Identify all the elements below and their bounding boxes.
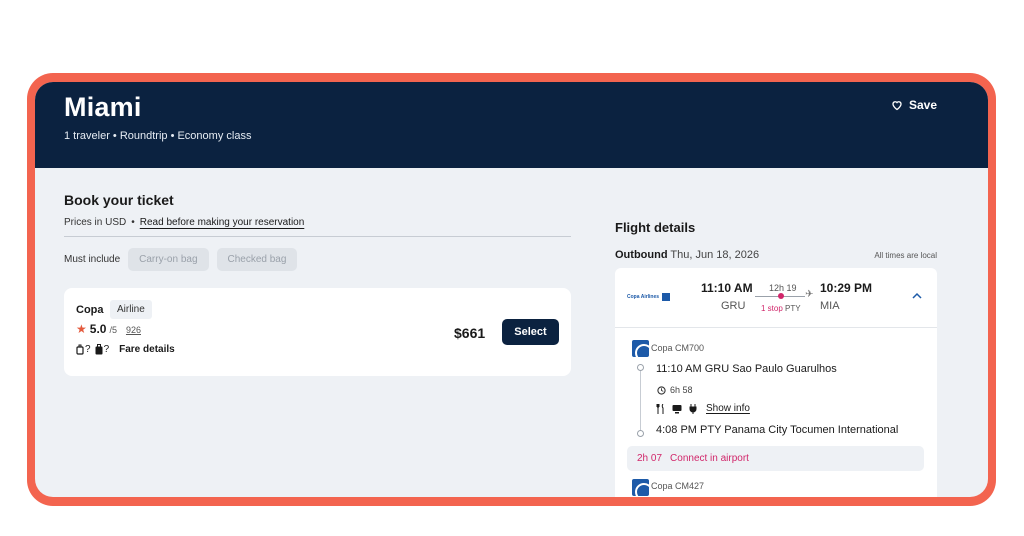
flight-summary[interactable]: Copa Airlines 11:10 AM GRU 12h 19 ✈ 1 st… <box>615 268 937 328</box>
save-button[interactable]: Save <box>891 98 937 112</box>
stop-code: PTY <box>785 304 801 313</box>
connection-banner: 2h 07 Connect in airport <box>627 446 924 471</box>
prices-line: Prices in USD • Read before making your … <box>64 217 571 228</box>
segment1-flight-code: Copa CM700 <box>651 343 705 353</box>
must-include-row: Must include Carry-on bag Checked bag <box>64 248 571 271</box>
stops-info: 1 stop PTY <box>761 304 801 313</box>
outbound-date: Thu, Jun 18, 2026 <box>670 249 760 261</box>
airline-logo-text: Copa Airlines <box>627 294 660 300</box>
checked-question: ? <box>103 344 110 355</box>
carry-on-question: ? <box>85 344 91 355</box>
airline-logo: Copa Airlines <box>627 293 671 301</box>
departure-code: GRU <box>721 300 746 312</box>
save-label: Save <box>908 98 937 112</box>
chevron-up-icon[interactable] <box>911 290 923 302</box>
arrival-time: 10:29 PM <box>820 281 873 295</box>
airline-logo-mark <box>662 293 671 301</box>
result-card[interactable]: Copa Airline ★ 5.0 /5 926 ? ? Fare detai… <box>64 288 571 376</box>
device-frame: Miami 1 traveler • Roundtrip • Economy c… <box>27 73 996 506</box>
total-duration: 12h 19 <box>769 283 797 293</box>
segment1-duration-row: 6h 58 <box>657 385 693 395</box>
fare-row: ? ? Fare details <box>76 344 175 355</box>
carry-on-bag-icon <box>76 344 84 355</box>
select-button[interactable]: Select <box>502 319 559 345</box>
show-info-link[interactable]: Show info <box>706 403 750 414</box>
timeline-dot-end <box>637 430 644 437</box>
stop-dot <box>778 293 784 299</box>
app-screen: Miami 1 traveler • Roundtrip • Economy c… <box>35 82 988 497</box>
amenities-row: Show info <box>656 403 750 414</box>
book-title: Book your ticket <box>64 192 174 208</box>
read-before-link[interactable]: Read before making your reservation <box>140 217 305 228</box>
connection-text: Connect in airport <box>670 453 749 464</box>
checked-bag-info: ? <box>95 344 110 355</box>
heart-icon <box>892 101 902 111</box>
flight-segments: Copa CM700 11:10 AM GRU Sao Paulo Guarul… <box>615 328 937 497</box>
checked-bag-icon <box>95 344 103 355</box>
clock-icon <box>657 385 666 395</box>
trip-summary: 1 traveler • Roundtrip • Economy class <box>64 130 252 142</box>
arrival-code: MIA <box>820 300 840 312</box>
rating-out-of: /5 <box>109 325 117 335</box>
booking-panel: Book your ticket Prices in USD • Read be… <box>64 192 571 376</box>
rating: ★ 5.0 /5 926 <box>76 322 141 336</box>
flight-details-panel: Flight details Outbound Thu, Jun 18, 202… <box>615 220 937 497</box>
meal-icon <box>656 403 664 414</box>
segment1-arrival: 4:08 PM PTY Panama City Tocumen Internat… <box>656 424 899 436</box>
stops-count: 1 stop <box>761 304 783 313</box>
star-icon: ★ <box>76 322 87 336</box>
rating-value: 5.0 <box>89 322 107 336</box>
flight-details-title: Flight details <box>615 220 696 235</box>
carry-on-bag-filter[interactable]: Carry-on bag <box>128 248 209 271</box>
outbound-row: Outbound Thu, Jun 18, 2026 All times are… <box>615 249 937 261</box>
segment2-flight-code: Copa CM427 <box>651 481 705 491</box>
times-local-note: All times are local <box>874 251 937 260</box>
timeline-dot-start <box>637 364 644 371</box>
copa-logo-icon <box>632 340 649 357</box>
entertainment-icon <box>672 404 682 413</box>
bullet-separator: • <box>131 217 135 228</box>
airline-tag: Airline <box>110 300 152 319</box>
fare-details-link[interactable]: Fare details <box>119 344 175 355</box>
connection-time: 2h 07 <box>637 453 663 464</box>
review-count-link[interactable]: 926 <box>126 325 141 335</box>
segment1-departure: 11:10 AM GRU Sao Paulo Guarulhos <box>656 363 837 375</box>
departure-time: 11:10 AM <box>701 281 753 295</box>
airline-name: Copa <box>76 304 104 316</box>
segment1-duration: 6h 58 <box>670 385 693 395</box>
divider <box>64 236 571 237</box>
copa-logo-icon-2 <box>632 479 649 496</box>
timeline-line <box>640 366 641 435</box>
price: $661 <box>454 325 486 341</box>
carry-on-info: ? <box>76 344 91 355</box>
checked-bag-filter[interactable]: Checked bag <box>216 248 298 271</box>
outbound-label: Outbound <box>615 249 668 261</box>
power-icon <box>689 403 697 414</box>
header: Miami 1 traveler • Roundtrip • Economy c… <box>35 82 988 168</box>
page-title: Miami <box>64 92 142 122</box>
must-include-label: Must include <box>64 254 121 265</box>
plane-icon: ✈ <box>805 289 814 300</box>
flight-card: Copa Airlines 11:10 AM GRU 12h 19 ✈ 1 st… <box>615 268 937 497</box>
prices-currency: Prices in USD <box>64 217 127 228</box>
